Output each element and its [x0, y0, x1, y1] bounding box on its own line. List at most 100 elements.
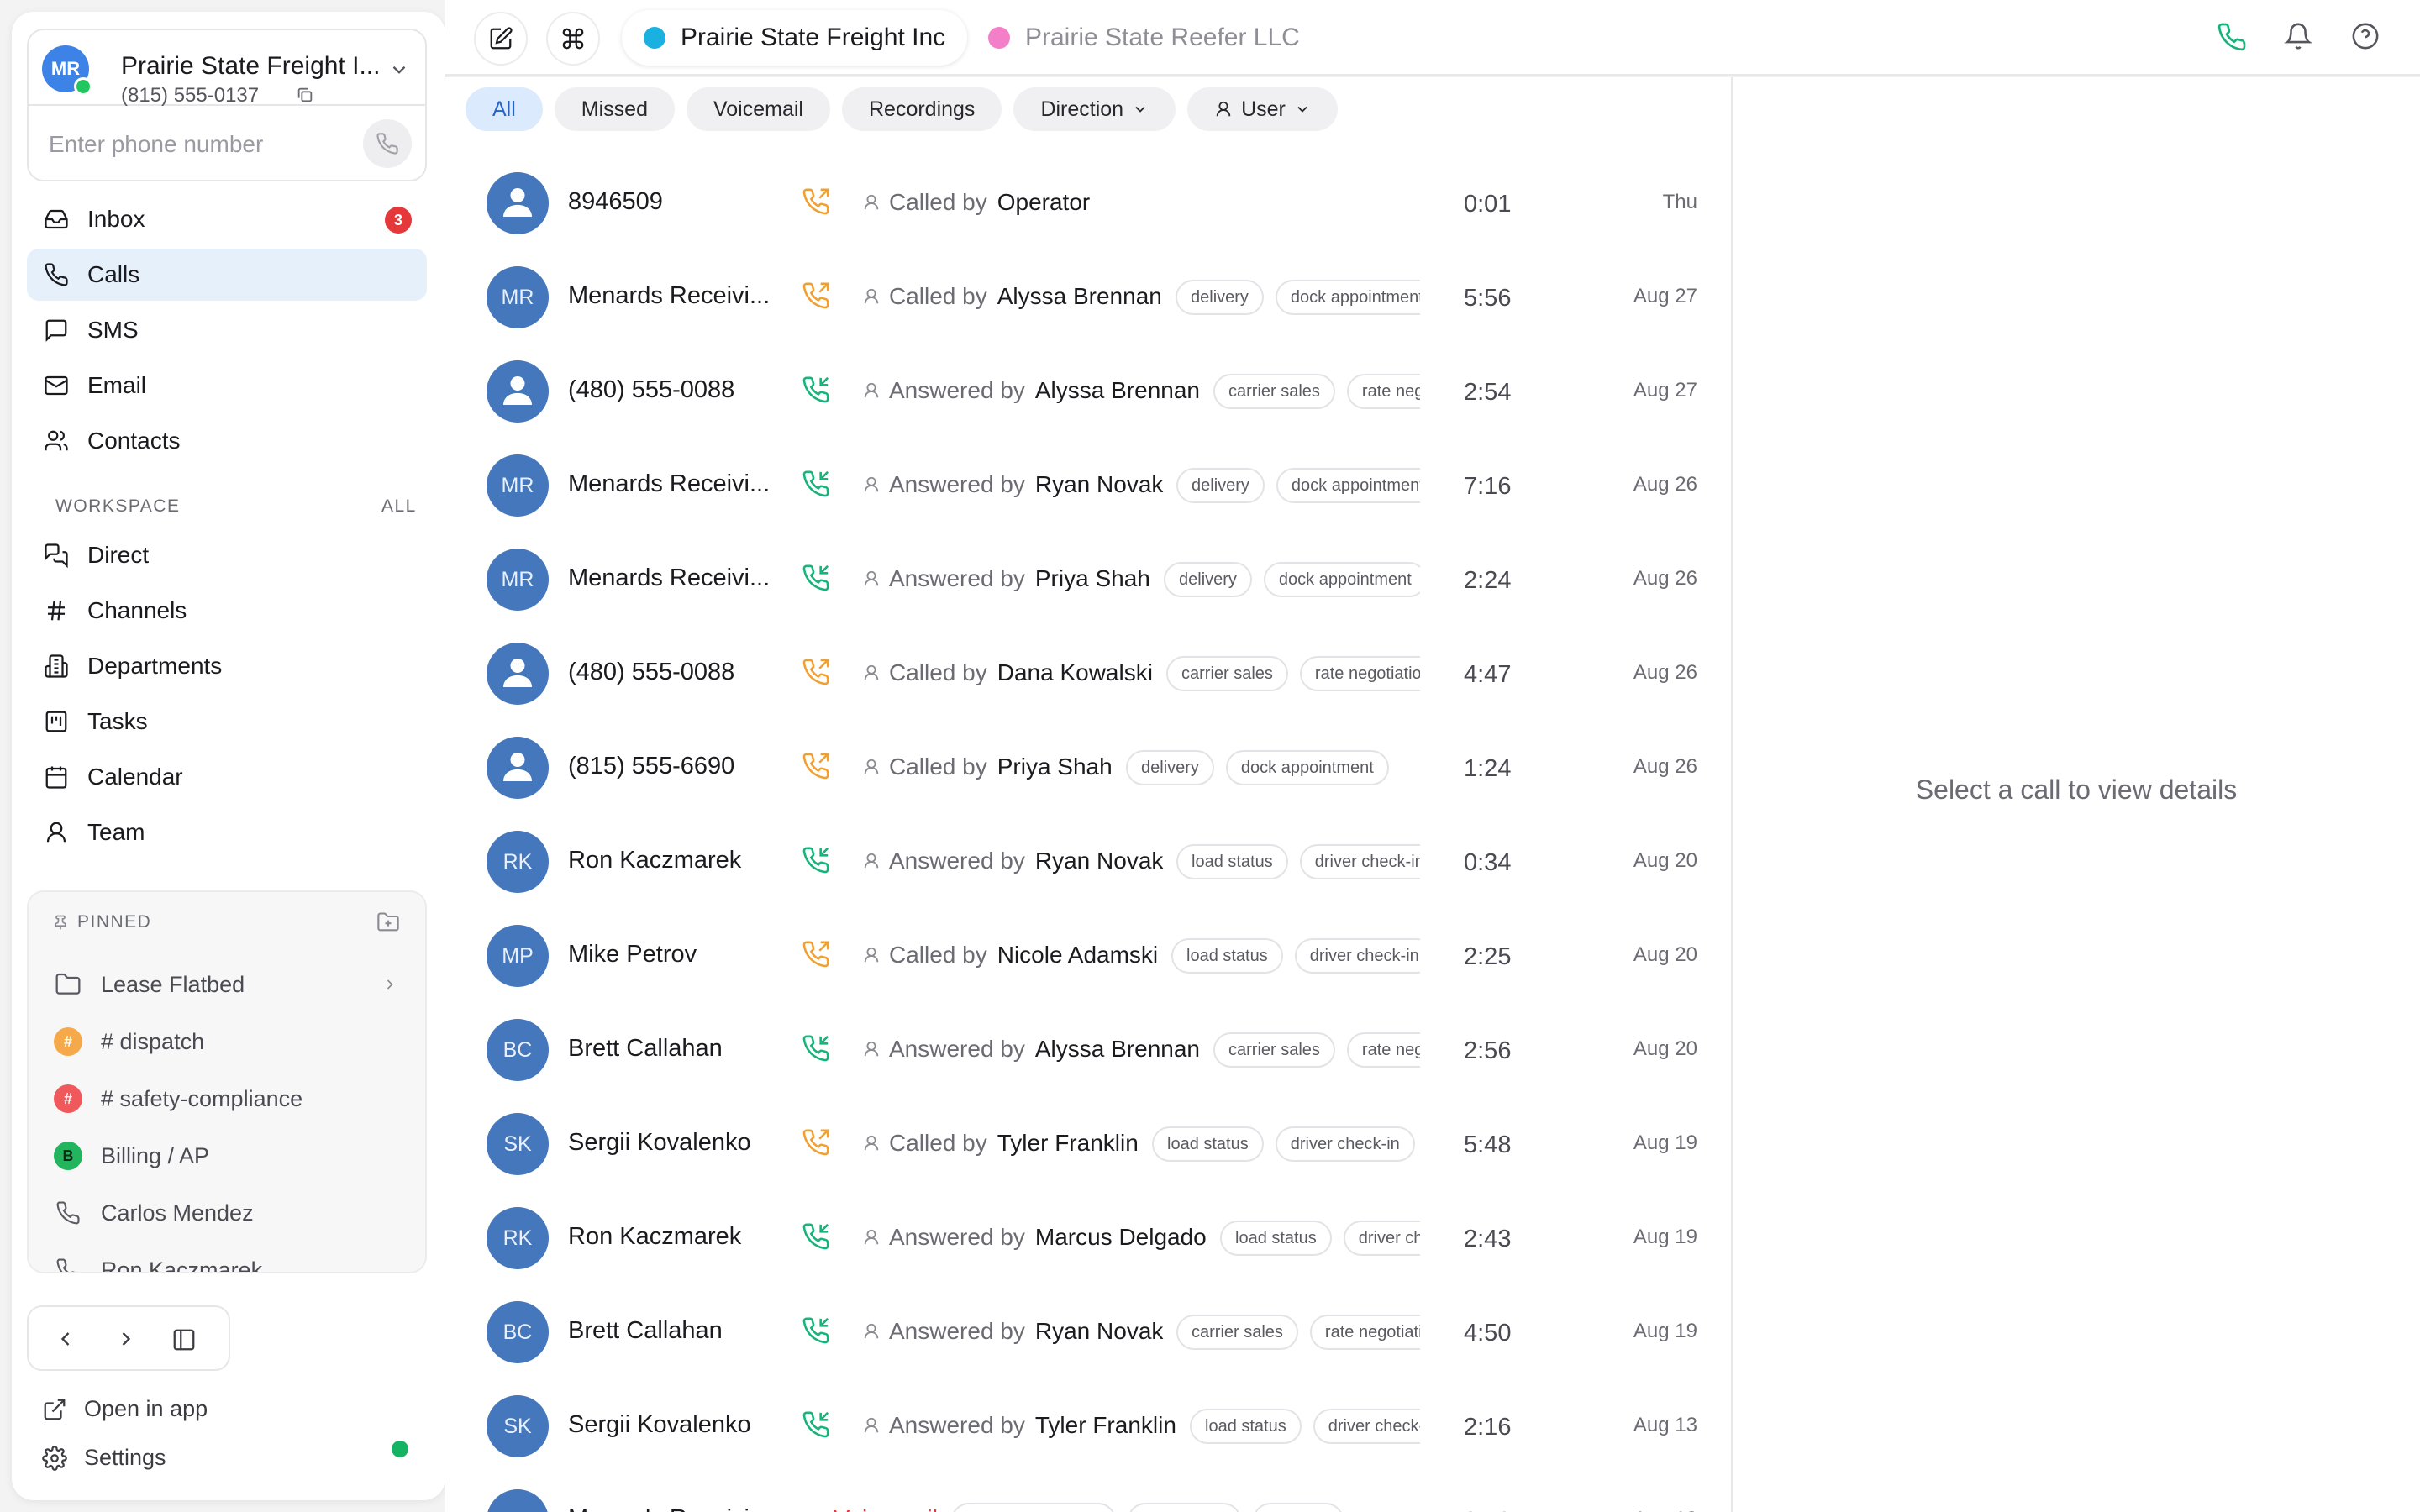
nav-item-email[interactable]: Email	[27, 360, 427, 412]
call-verb: Answered by	[889, 1412, 1025, 1438]
tab-prairie-state-freight[interactable]: Prairie State Freight Inc	[622, 10, 968, 66]
call-row[interactable]: BC Brett Callahan Answered by Ryan Novak car…	[445, 1286, 1731, 1380]
nav-item-sms[interactable]: SMS	[27, 304, 427, 356]
tag-chip[interactable]: load status	[1171, 938, 1283, 974]
tag-chip[interactable]: rate negotiation	[1346, 1032, 1420, 1068]
tag-chip[interactable]: driver check-in	[1275, 1126, 1415, 1162]
phone-icon[interactable]	[2217, 22, 2247, 52]
filter-user[interactable]: User	[1187, 87, 1338, 131]
call-row[interactable]: SK Sergii Kovalenko Answered by Tyler Frank…	[445, 1380, 1731, 1474]
tag-chip[interactable]: delivery	[1164, 562, 1252, 597]
open-in-app-link[interactable]: Open in app	[42, 1396, 208, 1422]
person-icon	[503, 753, 532, 781]
call-row[interactable]: (480) 555-0088 Answered by Alyssa Brennan c…	[445, 345, 1731, 439]
tag-chip[interactable]: missed call	[1128, 1503, 1242, 1512]
add-folder-icon[interactable]	[376, 911, 400, 934]
nav-item-departments[interactable]: Departments	[27, 640, 427, 692]
call-row[interactable]: SK Sergii Kovalenko Called by Tyler Frankli…	[445, 1098, 1731, 1192]
back-arrow-icon[interactable]	[54, 1327, 77, 1351]
call-row[interactable]: MR Menards Receivi... Answered by Ryan Nova…	[445, 439, 1731, 533]
edit-icon	[488, 26, 513, 51]
tag-chip[interactable]: driver check-in	[1294, 938, 1420, 974]
tag-chip[interactable]: load status	[1176, 844, 1288, 879]
pinned-item-dispatch[interactable]: # # dispatch	[39, 1013, 418, 1070]
tag-chip[interactable]: driver check-in	[1343, 1221, 1420, 1256]
pinned-item-lease-flatbed[interactable]: Lease Flatbed	[39, 956, 418, 1013]
nav-item-direct[interactable]: Direct	[27, 529, 427, 581]
tag-chip[interactable]: load status	[1152, 1126, 1264, 1162]
pinned-item-carlos-mendez[interactable]: Carlos Mendez	[39, 1184, 418, 1242]
filter-direction[interactable]: Direction	[1013, 87, 1176, 131]
tag-chip[interactable]: driver check-in	[1313, 1409, 1420, 1444]
tag-chip[interactable]: carrier sales	[1213, 1032, 1335, 1068]
workspace-all-link[interactable]: ALL	[381, 496, 417, 517]
tag-chip[interactable]: dock appointment	[1276, 468, 1420, 503]
call-row[interactable]: RK Ron Kaczmarek Answered by Marcus Delgado…	[445, 1192, 1731, 1286]
nav-item-calendar[interactable]: Calendar	[27, 751, 427, 803]
nav-item-channels[interactable]: Channels	[27, 585, 427, 637]
dial-button[interactable]	[363, 119, 412, 168]
call-duration: 0:01	[1464, 191, 1512, 218]
tag-chip[interactable]: rate negotiation	[1299, 656, 1420, 691]
nav-item-tasks[interactable]: Tasks	[27, 696, 427, 748]
call-date: Aug 27	[1633, 285, 1697, 307]
tag-chip[interactable]: carrier sales	[1166, 656, 1288, 691]
tag-chip[interactable]: dock appointment	[1225, 750, 1389, 785]
nav-item-contacts[interactable]: Contacts	[27, 415, 427, 467]
tag-chip[interactable]: callback	[1253, 1503, 1344, 1512]
tag-chip[interactable]: driver check-in	[1299, 844, 1420, 879]
call-verb: Answered by	[889, 471, 1025, 497]
compose-button[interactable]	[474, 12, 528, 66]
tag-chip[interactable]: rate negotiation	[1309, 1315, 1420, 1350]
call-row[interactable]: RK Ron Kaczmarek Answered by Ryan Novak load…	[445, 816, 1731, 910]
pinned-item-safety-compliance[interactable]: # # safety-compliance	[39, 1070, 418, 1127]
tab-prairie-state-reefer[interactable]: Prairie State Reefer LLC	[988, 10, 1300, 66]
help-icon[interactable]	[2351, 22, 2380, 50]
tag-chip[interactable]: load status	[1220, 1221, 1332, 1256]
avatar	[487, 172, 549, 234]
pinned-item-ron-kaczmarek[interactable]: Ron Kaczmarek	[39, 1242, 418, 1272]
agent-name: Ryan Novak	[1034, 471, 1164, 497]
copy-icon[interactable]	[296, 86, 314, 104]
command-palette-button[interactable]	[546, 12, 600, 66]
call-row[interactable]: MP Mike Petrov Called by Nicole Adamski load…	[445, 910, 1731, 1004]
tag-chip[interactable]: delivery	[1176, 280, 1264, 315]
call-row[interactable]: 8946509 Called by Operator 0:01 Thu	[445, 157, 1731, 251]
call-row[interactable]: MR Menards Receivi... Called by Alyssa Bren…	[445, 251, 1731, 345]
tag-chip[interactable]: dock appointment	[1275, 280, 1420, 315]
tag-chip[interactable]: delivery	[1176, 468, 1265, 503]
user-icon	[864, 382, 879, 398]
filter-all[interactable]: All	[466, 87, 543, 131]
bell-icon[interactable]	[2284, 22, 2312, 50]
tag-chip[interactable]: carrier sales	[1213, 374, 1335, 409]
tag-chip[interactable]: load status	[1190, 1409, 1302, 1444]
nav-item-team[interactable]: Team	[27, 806, 427, 858]
pinned-item-billing-ap[interactable]: B Billing / AP	[39, 1127, 418, 1184]
tag-chip[interactable]: dock appointment	[1263, 562, 1420, 597]
filter-recordings[interactable]: Recordings	[841, 87, 1002, 131]
tag-chip[interactable]: inbound voicemail	[951, 1503, 1117, 1512]
call-row[interactable]: MR Menards Receivi... Voicemail inbound voi…	[445, 1474, 1731, 1512]
call-row[interactable]: MR Menards Receivi... Answered by Priya Sha…	[445, 533, 1731, 627]
nav-item-calls[interactable]: Calls	[27, 249, 427, 301]
tag-chip[interactable]: delivery	[1126, 750, 1214, 785]
workspace-nav: Direct Channels Departments Tasks Calend…	[27, 529, 427, 862]
nav-item-inbox[interactable]: Inbox 3	[27, 193, 427, 245]
agent-name: Tyler Franklin	[997, 1130, 1139, 1156]
tag-chip[interactable]: carrier sales	[1176, 1315, 1298, 1350]
call-row[interactable]: BC Brett Callahan Answered by Alyssa Brenna…	[445, 1004, 1731, 1098]
outgoing-call-icon	[802, 187, 830, 216]
tag-chip[interactable]: rate negotiation	[1346, 374, 1420, 409]
phone-number-input[interactable]	[49, 131, 351, 158]
filter-missed[interactable]: Missed	[554, 87, 675, 131]
forward-arrow-icon[interactable]	[114, 1327, 138, 1351]
account-header[interactable]: MR Prairie State Freight I... (815) 555-…	[29, 30, 425, 107]
sidebar-toggle-icon[interactable]	[171, 1327, 197, 1352]
chevron-down-icon[interactable]	[388, 59, 410, 81]
call-date: Aug 26	[1633, 661, 1697, 684]
call-duration: 4:47	[1464, 661, 1512, 688]
filter-voicemail[interactable]: Voicemail	[686, 87, 830, 131]
call-row[interactable]: (815) 555-6690 Called by Priya Shah deliver…	[445, 722, 1731, 816]
settings-link[interactable]: Settings	[42, 1445, 166, 1471]
call-row[interactable]: (480) 555-0088 Called by Dana Kowalski carr…	[445, 627, 1731, 722]
